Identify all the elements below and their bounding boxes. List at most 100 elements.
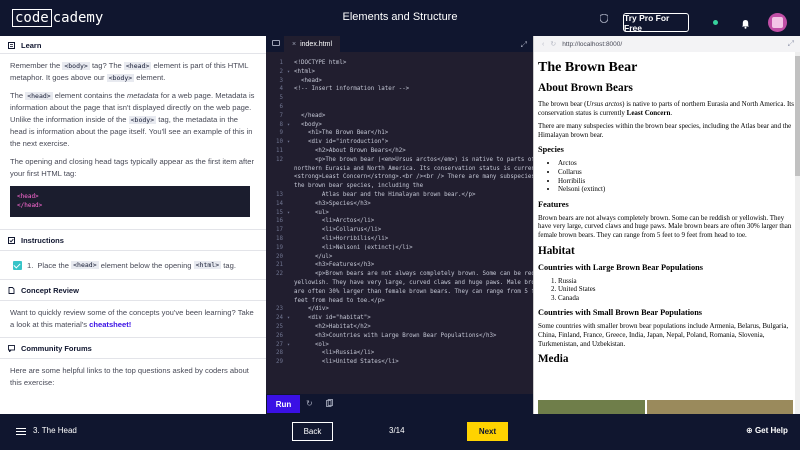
code-line[interactable]: 4 <!-- Insert information later --> <box>266 86 533 94</box>
code-text: <li>Nelsoni (extinct)</li> <box>294 244 413 251</box>
lesson-panel: Learn Remember the <body> tag? The <head… <box>0 36 266 414</box>
code-line[interactable]: 24 ▾ <div id="habitat"> <box>266 315 533 323</box>
fold-arrow-icon[interactable]: ▾ <box>287 122 290 128</box>
try-pro-button[interactable]: Try Pro For Free <box>623 13 689 33</box>
code-line[interactable]: 9 <h1>The Brown Bear</h1> <box>266 130 533 138</box>
bear-photo-2 <box>647 400 793 414</box>
code-text: <ol> <box>294 341 329 348</box>
close-icon[interactable]: × <box>292 41 296 48</box>
concept-review-heading[interactable]: Concept Review <box>0 280 266 300</box>
code-line[interactable]: feet from head to toe.</p> <box>266 298 533 306</box>
line-number: 13 <box>276 192 283 198</box>
code-text: <!DOCTYPE html> <box>294 60 347 66</box>
back-button[interactable]: Back <box>292 422 333 441</box>
code-line[interactable]: 6 <box>266 104 533 112</box>
folder-icon[interactable] <box>272 40 280 46</box>
line-number: 29 <box>276 359 283 366</box>
code-line[interactable]: 29 <li>United States</li> <box>266 359 533 367</box>
shield-icon[interactable] <box>599 13 609 26</box>
code-line[interactable]: 3 <head> <box>266 78 533 86</box>
code-line[interactable]: 5 <box>266 95 533 103</box>
features-paragraph: Brown bears are not always completely br… <box>538 213 792 239</box>
line-number: 25 <box>276 324 283 330</box>
code-line[interactable]: 21 <h3>Features</h3> <box>266 262 533 270</box>
line-number: 15 <box>276 209 283 216</box>
code-line[interactable]: 27 ▾ <ol> <box>266 342 533 350</box>
rendered-page: The Brown Bear About Brown Bears The bro… <box>534 52 800 365</box>
fold-arrow-icon[interactable]: ▾ <box>287 315 290 321</box>
get-help-button[interactable]: ⊕ Get Help <box>746 426 788 435</box>
refresh-icon[interactable]: ↻ <box>306 399 313 408</box>
line-number: 16 <box>276 218 283 225</box>
code-text: <li>Russia</li> <box>294 350 375 357</box>
code-line[interactable]: 18 <li>Horribilis</li> <box>266 236 533 244</box>
code-line[interactable]: 12 <p>The brown bear (<em>Ursus arctos</… <box>266 156 535 165</box>
code-text: <p>The brown bear (<em>Ursus arctos</em>… <box>294 156 535 163</box>
run-button[interactable]: Run <box>267 395 300 413</box>
code-text: </ul> <box>294 253 333 260</box>
code-text: <h2>About Brown Bears</h2> <box>294 148 406 154</box>
code-text: feet from head to toe.</p> <box>294 297 385 304</box>
line-number: 19 <box>276 244 283 251</box>
browser-scrollbar[interactable] <box>795 52 800 414</box>
code-line[interactable]: <strong>Least Concern</strong>.<br /><br… <box>266 174 559 182</box>
avatar[interactable] <box>768 13 787 32</box>
next-button[interactable]: Next <box>467 422 508 441</box>
features-heading: Features <box>538 199 569 209</box>
bell-icon[interactable] <box>741 16 750 29</box>
fold-arrow-icon[interactable]: ▾ <box>287 210 290 216</box>
line-number: 20 <box>276 253 283 260</box>
expand-icon[interactable]: ⤢ <box>521 40 527 50</box>
code-line[interactable]: yellowish. They have very large, curved … <box>266 280 563 288</box>
fold-arrow-icon[interactable]: ▾ <box>287 69 290 75</box>
small-populations-heading: Countries with Small Brown Bear Populati… <box>538 308 703 318</box>
code-line[interactable]: 11 <h2>About Brown Bears</h2> <box>266 148 533 156</box>
code-line[interactable]: 14 <h3>Species</h3> <box>266 201 533 209</box>
code-line[interactable]: 17 <li>Collarus</li> <box>266 227 533 235</box>
url-text[interactable]: http://localhost:8000/ <box>562 41 622 48</box>
code-text: <li>Collarus</li> <box>294 227 382 234</box>
tab-index-html[interactable]: × index.html <box>284 36 340 52</box>
list-item: Arctos <box>558 159 796 168</box>
code-line[interactable]: 10 ▾ <div id="introduction"> <box>266 139 533 147</box>
code-line[interactable]: 20 </ul> <box>266 254 533 262</box>
codecademy-logo[interactable]: code cademy <box>12 9 103 27</box>
copy-icon[interactable] <box>326 399 333 409</box>
code-line[interactable]: 13 Atlas bear and the Himalayan brown be… <box>266 192 533 200</box>
lesson-title[interactable]: 3. The Head <box>33 426 77 435</box>
code-text: <div id="habitat"> <box>294 315 371 322</box>
code-line[interactable]: 22 <p>Brown bears are not always complet… <box>266 271 559 279</box>
expand-browser-icon[interactable]: ⤢ <box>788 39 794 49</box>
code-text: <p>Brown bears are not always completely… <box>294 271 560 278</box>
code-lines[interactable]: 1 <!DOCTYPE html> 2 ▾ <html> 3 <head> 4 <!-- In… <box>266 60 563 430</box>
code-line[interactable]: 23 </div> <box>266 306 533 314</box>
cheatsheet-link[interactable]: cheatsheet! <box>89 320 131 329</box>
scrollbar-thumb[interactable] <box>795 56 800 176</box>
fold-arrow-icon[interactable]: ▾ <box>287 342 290 348</box>
code-editor[interactable]: × index.html ⤢ 1 <!DOCTYPE html> 2 ▾ <html> 3… <box>266 36 563 414</box>
code-line[interactable]: 2 ▾ <html> <box>266 69 533 77</box>
code-line[interactable]: are often 30% larger than female brown b… <box>266 289 563 297</box>
code-line[interactable]: 28 <li>Russia</li> <box>266 350 533 358</box>
reload-icon[interactable]: ↻ <box>550 40 556 48</box>
code-line[interactable]: 15 ▾ <ul> <box>266 210 533 218</box>
menu-icon[interactable] <box>16 428 26 435</box>
code-line[interactable]: 7 </head> <box>266 113 533 121</box>
code-line[interactable]: the brown bear species, including the <box>266 183 533 191</box>
code-line[interactable]: 1 <!DOCTYPE html> <box>266 60 533 68</box>
code-line[interactable]: 8 ▾ <body> <box>266 122 533 130</box>
back-arrow-icon[interactable]: ‹ <box>542 41 544 48</box>
code-line[interactable]: 16 <li>Arctos</li> <box>266 218 533 226</box>
instructions-heading[interactable]: Instructions <box>0 230 266 250</box>
code-line[interactable]: 25 <h2>Habitat</h2> <box>266 324 533 332</box>
code-text: <h1>The Brown Bear</h1> <box>294 130 389 137</box>
code-example: <head> </head> <box>10 186 250 217</box>
url-bar: ‹ ↻ http://localhost:8000/ ⤢ <box>534 36 800 52</box>
code-line[interactable]: northern Eurasia and North America. Its … <box>266 166 545 174</box>
list-item: Canada <box>558 294 796 303</box>
fold-arrow-icon[interactable]: ▾ <box>287 139 290 145</box>
code-line[interactable]: 19 <li>Nelsoni (extinct)</li> <box>266 245 533 253</box>
code-line[interactable]: 26 <h3>Countries with Large Brown Bear P… <box>266 333 533 341</box>
intro-paragraph: The brown bear (Ursus arctos) is native … <box>538 100 794 117</box>
community-forums-heading[interactable]: Community Forums <box>0 338 266 358</box>
